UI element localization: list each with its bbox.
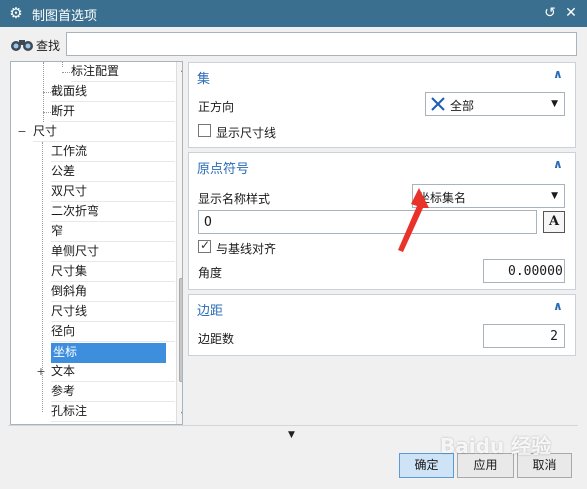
tree-item-label: 孔标注 [51, 404, 88, 418]
tree-item-label: 径向 [51, 324, 76, 338]
preferences-tree: 标注配置 截面线 断开 − 尺寸 工作流 公差 双尺寸 二次折弯 窄 单侧尺寸 … [10, 61, 183, 425]
tree-item[interactable]: 尺寸 [33, 122, 175, 142]
tree-item-label: 尺寸线 [51, 304, 88, 318]
align-baseline-checkbox[interactable] [198, 238, 211, 253]
tree-item-label: 截面线 [51, 84, 88, 98]
margin-panel: 边距 ∧ 边距数 2 [188, 294, 576, 356]
tree-item[interactable]: 尺寸线 [51, 302, 175, 322]
tree-item-label: 标注配置 [71, 64, 120, 78]
grip-icon: ≡ [182, 324, 183, 327]
name-style-label: 显示名称样式 [198, 192, 271, 206]
tree-connector [62, 62, 63, 67]
margin-panel-header[interactable]: 边距 ∧ [189, 295, 575, 321]
collapse-caret-icon[interactable]: ∧ [553, 157, 563, 171]
tree-item-label: 尺寸 [33, 124, 58, 138]
annotation-arrow [398, 188, 429, 252]
tree-item[interactable]: 二次折弯 [51, 202, 175, 222]
footer-divider [8, 425, 578, 426]
tree-item-label: 倒斜角 [51, 284, 88, 298]
tree-item-label: 单侧尺寸 [51, 244, 100, 258]
tree-item-label: 坐标 [53, 345, 78, 359]
origin-panel-header[interactable]: 原点符号 ∧ [189, 153, 575, 179]
origin-text-value: O [204, 215, 212, 230]
direction-label: 正方向 [198, 100, 235, 114]
search-row: 查找 [0, 27, 587, 61]
tree-item-label: 参考 [51, 384, 76, 398]
binoculars-icon [11, 40, 33, 51]
tree-item-label: 断开 [51, 104, 76, 118]
tree-item[interactable]: 文本 [51, 362, 175, 382]
tree-item[interactable]: 单侧尺寸 [51, 242, 175, 262]
angle-input[interactable]: 0.00000 [483, 259, 565, 283]
apply-button[interactable]: 应用 [457, 453, 514, 478]
tree-item[interactable]: 工作流 [51, 142, 175, 162]
tree-item-label: 双尺寸 [51, 184, 88, 198]
tree-item-selected[interactable]: 坐标 [51, 343, 166, 363]
chevron-down-icon: ▼ [551, 191, 558, 201]
scroll-up-icon[interactable]: ▲ [181, 64, 182, 73]
tree-item-label: 文本 [51, 364, 76, 378]
tree-item[interactable]: 双尺寸 [51, 182, 175, 202]
search-label: 查找 [36, 39, 61, 53]
collapse-toggle[interactable]: − [17, 125, 27, 138]
margin-count-label: 边距数 [198, 332, 235, 346]
expand-more-icon[interactable]: ▼ [288, 430, 295, 440]
direction-dropdown[interactable]: 全部 ▼ [425, 92, 565, 116]
tree-item[interactable]: 倒斜角 [51, 282, 175, 302]
tree-scrollbar[interactable]: ▲ ≡ ▼ [176, 62, 183, 424]
expand-toggle[interactable]: + [36, 365, 46, 378]
margin-count-value: 2 [550, 329, 558, 344]
tree-item[interactable]: 孔标注 [51, 402, 175, 422]
angle-label: 角度 [198, 266, 223, 280]
cancel-button[interactable]: 取消 [517, 453, 572, 478]
tree-item[interactable]: 参考 [51, 382, 175, 402]
title-bar: ⚙ 制图首选项 ↺ ✕ [0, 0, 587, 27]
tree-item-label: 工作流 [51, 144, 88, 158]
scroll-down-icon[interactable]: ▼ [181, 410, 182, 419]
show-dim-line-label: 显示尺寸线 [216, 126, 277, 140]
tree-item[interactable]: 标注配置 [71, 62, 175, 82]
set-panel-header[interactable]: 集 ∧ [189, 63, 575, 89]
direction-value: 全部 [450, 99, 475, 113]
chevron-down-icon: ▼ [551, 99, 558, 109]
gear-icon[interactable]: ⚙ [7, 4, 25, 22]
tree-item[interactable]: 公差 [51, 162, 175, 182]
ok-button[interactable]: 确定 [399, 453, 454, 478]
show-dim-line-checkbox[interactable] [198, 124, 211, 137]
angle-value: 0.00000 [508, 264, 563, 279]
cross-arrows-icon [431, 97, 445, 111]
tree-item[interactable]: 窄 [51, 222, 175, 242]
tree-item[interactable]: 尺寸集 [51, 262, 175, 282]
text-editor-icon[interactable]: A [543, 211, 565, 233]
close-icon[interactable]: ✕ [562, 4, 580, 22]
set-panel-title: 集 [197, 72, 211, 87]
collapse-caret-icon[interactable]: ∧ [553, 67, 563, 81]
origin-panel: 原点符号 ∧ 显示名称样式 坐标集名 ▼ O A 与基线对齐 角度 0.0000… [188, 152, 576, 290]
tree-item-label: 尺寸集 [51, 264, 88, 278]
margin-panel-title: 边距 [197, 304, 224, 319]
tree-item[interactable]: 断开 [51, 102, 175, 122]
tree-item[interactable]: 截面线 [51, 82, 175, 102]
collapse-caret-icon[interactable]: ∧ [553, 299, 563, 313]
origin-panel-title: 原点符号 [197, 162, 250, 177]
window-title: 制图首选项 [32, 9, 98, 24]
scroll-thumb[interactable]: ≡ [179, 278, 183, 382]
align-baseline-label: 与基线对齐 [216, 242, 277, 256]
tree-item-label: 二次折弯 [51, 204, 100, 218]
tree-item-label: 公差 [51, 164, 76, 178]
margin-count-input[interactable]: 2 [483, 324, 565, 348]
reset-icon[interactable]: ↺ [541, 4, 559, 22]
search-input[interactable] [66, 32, 577, 56]
tree-item-label: 窄 [51, 224, 64, 238]
set-panel: 集 ∧ 正方向 全部 ▼ 显示尺寸线 [188, 62, 576, 148]
tree-item[interactable]: 径向 [51, 322, 175, 342]
origin-text-input[interactable]: O [198, 210, 537, 234]
